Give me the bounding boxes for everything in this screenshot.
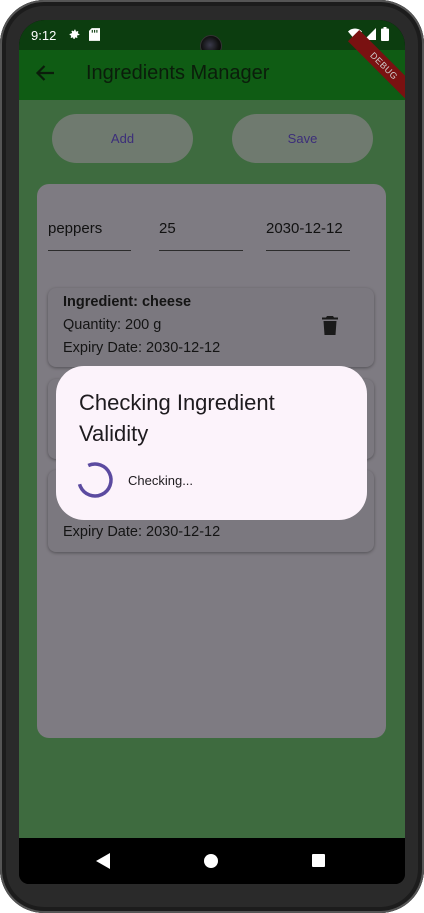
- status-bar: 9:12: [19, 20, 405, 57]
- sd-card-icon: [89, 28, 100, 41]
- phone-frame: 9:12 Ingredients Manager DEBUG Add Save …: [0, 0, 424, 913]
- ingredient-title: Ingredient: cheese: [63, 294, 192, 310]
- navigation-bar: [19, 838, 405, 884]
- status-time: 9:12: [31, 28, 57, 43]
- nav-home-icon[interactable]: [204, 854, 218, 868]
- nav-back-icon[interactable]: [96, 853, 110, 869]
- spinner-icon: [77, 462, 113, 498]
- quantity-field[interactable]: 25: [159, 204, 243, 251]
- ingredient-quantity: Quantity: 200 g: [63, 317, 162, 333]
- ingredient-name-field[interactable]: peppers: [48, 204, 131, 251]
- back-arrow-icon[interactable]: [35, 64, 55, 82]
- app-bar: Ingredients Manager DEBUG: [19, 29, 405, 103]
- dialog-status: Checking...: [128, 473, 194, 488]
- dialog-title: Checking Ingredient Validity: [79, 390, 275, 446]
- validity-dialog: Checking Ingredient Validity Checking...: [56, 366, 367, 520]
- add-button[interactable]: Add: [52, 114, 193, 163]
- gear-icon: [69, 29, 80, 39]
- delete-icon[interactable]: [322, 316, 338, 335]
- battery-icon: [381, 27, 389, 41]
- expiry-date-field[interactable]: 2030-12-12: [266, 204, 350, 251]
- save-button[interactable]: Save: [232, 114, 373, 163]
- screen: 9:12 Ingredients Manager DEBUG Add Save …: [19, 20, 405, 884]
- ingredient-expiry: Expiry Date: 2030-12-12: [63, 524, 221, 540]
- ingredient-card: Ingredient: cheese Quantity: 200 g Expir…: [48, 288, 374, 367]
- page-title: Ingredients Manager: [86, 62, 270, 84]
- nav-recents-icon[interactable]: [312, 854, 325, 867]
- ingredient-expiry: Expiry Date: 2030-12-12: [63, 340, 221, 356]
